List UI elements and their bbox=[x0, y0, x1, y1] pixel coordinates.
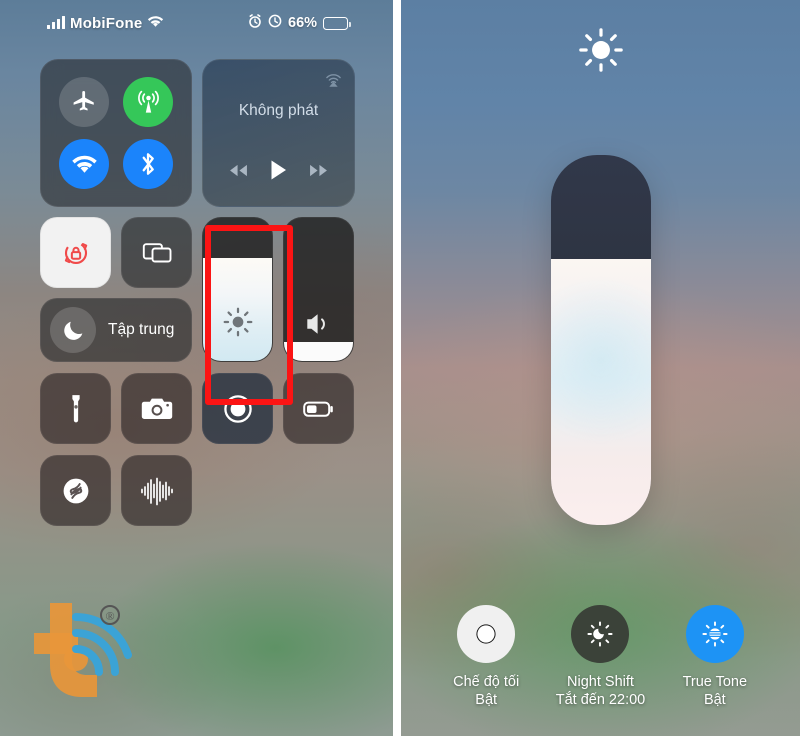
rotation-lock-toggle[interactable] bbox=[40, 217, 111, 288]
true-tone-title: True Tone bbox=[682, 674, 748, 690]
cellular-antenna-icon bbox=[137, 90, 159, 113]
watermark-logo: ® bbox=[14, 597, 134, 712]
moon-icon bbox=[50, 307, 96, 353]
battery-low-power-icon bbox=[302, 401, 333, 417]
rotation-lock-status-icon bbox=[268, 14, 282, 32]
display-options-row: Chế độ tối Bật Night Shift Tắt đến 22:00 bbox=[401, 605, 800, 708]
bluetooth-toggle[interactable] bbox=[123, 139, 173, 189]
focus-mode-toggle[interactable]: Tập trung bbox=[40, 298, 192, 362]
cc-row-utility-tiles-1 bbox=[40, 373, 355, 444]
airplane-icon bbox=[73, 91, 94, 111]
brightness-sun-icon bbox=[203, 307, 272, 337]
battery-icon bbox=[323, 16, 352, 30]
hearing-tile[interactable] bbox=[121, 455, 192, 526]
bluetooth-icon bbox=[142, 153, 154, 175]
connectivity-module[interactable] bbox=[40, 59, 192, 207]
cc-row-utility-tiles-2 bbox=[40, 455, 355, 526]
brightness-sun-icon bbox=[578, 28, 623, 72]
status-bar: MobiFone 66% bbox=[0, 10, 393, 36]
expanded-brightness-slider[interactable] bbox=[551, 155, 651, 525]
fast-forward-icon[interactable] bbox=[307, 163, 330, 183]
night-shift-title: Night Shift bbox=[567, 674, 634, 690]
camera-icon bbox=[141, 398, 172, 419]
true-tone-subtitle: Bật bbox=[703, 692, 726, 708]
dark-mode-subtitle: Bật bbox=[475, 692, 498, 708]
flashlight-icon bbox=[71, 394, 80, 422]
airplay-icon[interactable] bbox=[324, 70, 343, 94]
dark-mode-option[interactable]: Chế độ tối Bật bbox=[429, 605, 543, 708]
control-center-panel: MobiFone 66% Không phát Tập trung ® bbox=[0, 0, 393, 736]
brightness-header-icon bbox=[401, 26, 800, 74]
true-tone-option[interactable]: True Tone Bật bbox=[658, 605, 772, 708]
carrier-label: MobiFone bbox=[70, 14, 143, 32]
camera-tile[interactable] bbox=[121, 373, 192, 444]
control-center-grid: Không phát Tập trung bbox=[40, 59, 355, 526]
cc-left-stack: Tập trung bbox=[40, 217, 192, 362]
wifi-toggle[interactable] bbox=[59, 139, 109, 189]
brightness-detail-panel: Chế độ tối Bật Night Shift Tắt đến 22:00 bbox=[401, 0, 800, 736]
screen-record-tile[interactable] bbox=[202, 373, 273, 444]
media-playback-module[interactable]: Không phát bbox=[202, 59, 355, 207]
flashlight-tile[interactable] bbox=[40, 373, 111, 444]
night-shift-icon bbox=[571, 605, 630, 663]
night-shift-option[interactable]: Night Shift Tắt đến 22:00 bbox=[543, 605, 657, 708]
panel-divider bbox=[393, 0, 401, 736]
dark-mode-icon bbox=[457, 605, 516, 663]
cc-row-toggles-sliders: Tập trung bbox=[40, 217, 355, 362]
wifi-icon bbox=[71, 155, 97, 173]
status-bar-left: MobiFone bbox=[47, 15, 164, 32]
brightness-slider[interactable] bbox=[202, 217, 273, 362]
media-controls bbox=[203, 159, 354, 186]
screenshot-stage: MobiFone 66% Không phát Tập trung ® Chế … bbox=[0, 0, 800, 736]
signal-bars-icon bbox=[47, 16, 65, 29]
airplane-mode-toggle[interactable] bbox=[59, 77, 109, 127]
svg-text:®: ® bbox=[105, 609, 114, 623]
cellular-data-toggle[interactable] bbox=[123, 77, 173, 127]
cc-sliders bbox=[202, 217, 354, 362]
battery-percent-label: 66% bbox=[288, 15, 318, 31]
rotation-lock-icon bbox=[64, 241, 87, 264]
alarm-clock-icon bbox=[248, 14, 262, 32]
true-tone-icon bbox=[685, 605, 744, 663]
sound-waveform-icon bbox=[140, 477, 173, 505]
low-power-mode-tile[interactable] bbox=[283, 373, 354, 444]
volume-slider[interactable] bbox=[283, 217, 354, 362]
wifi-icon bbox=[147, 15, 164, 32]
screen-mirroring-toggle[interactable] bbox=[121, 217, 192, 288]
night-shift-subtitle: Tắt đến 22:00 bbox=[555, 692, 646, 708]
dark-mode-title: Chế độ tối bbox=[453, 674, 520, 690]
media-title: Không phát bbox=[238, 102, 319, 119]
shazam-icon bbox=[63, 478, 88, 503]
rewind-icon[interactable] bbox=[227, 163, 250, 183]
record-icon bbox=[223, 394, 252, 423]
shazam-tile[interactable] bbox=[40, 455, 111, 526]
focus-mode-label: Tập trung bbox=[108, 321, 175, 338]
play-icon[interactable] bbox=[269, 159, 288, 186]
screen-mirroring-icon bbox=[142, 242, 171, 262]
speaker-icon bbox=[284, 311, 353, 337]
cc-small-toggle-pair bbox=[40, 217, 192, 288]
status-bar-right: 66% bbox=[248, 14, 352, 32]
cc-row-connectivity-media: Không phát bbox=[40, 59, 355, 207]
